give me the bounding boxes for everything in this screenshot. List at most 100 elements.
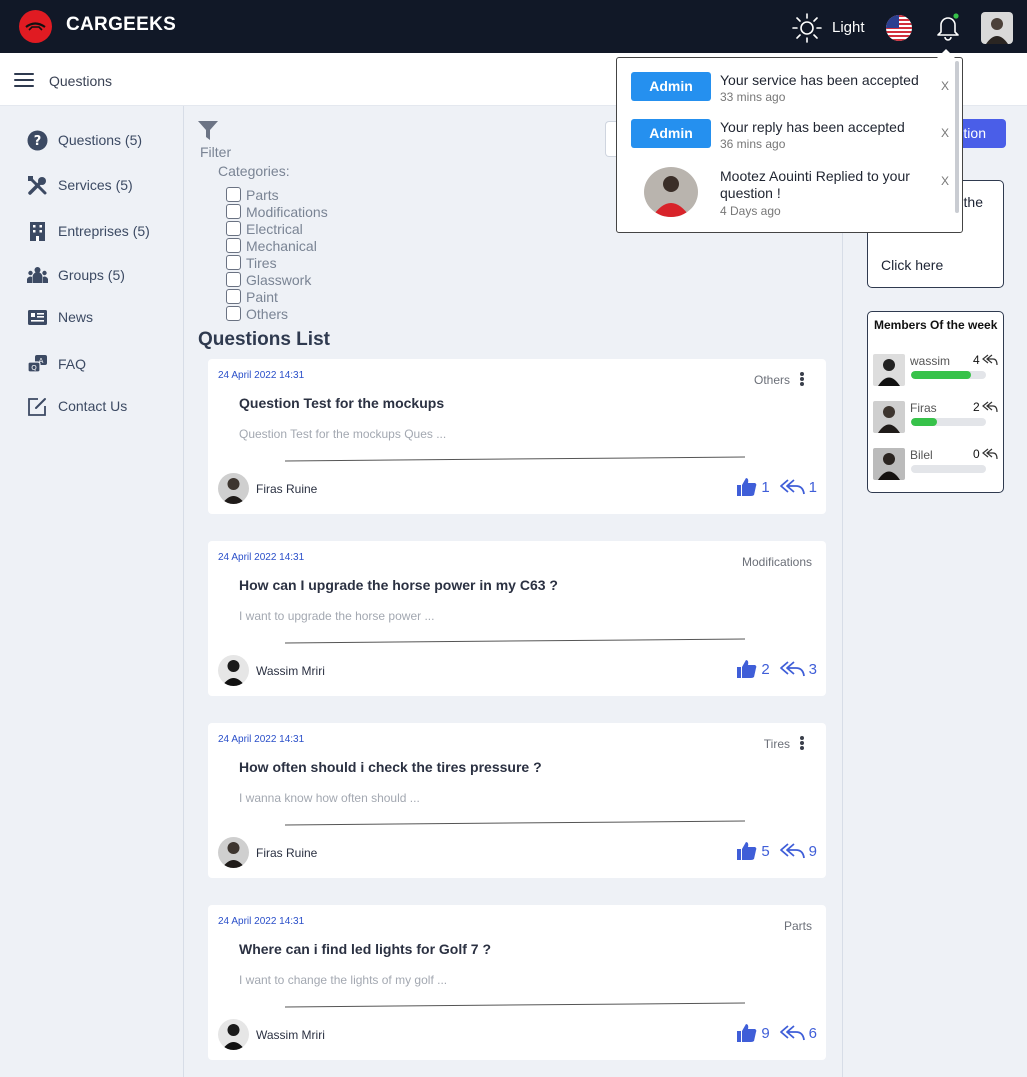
like-icon[interactable] — [736, 841, 757, 861]
member-row[interactable]: wassim 4 — [873, 353, 999, 386]
category-checkbox-modifications[interactable]: Modifications — [226, 203, 328, 220]
questions-list-title: Questions List — [198, 329, 330, 350]
question-title[interactable]: Question Test for the mockups — [239, 395, 444, 411]
filter-label[interactable]: Filter — [200, 144, 231, 160]
categories-title: Categories: — [218, 163, 290, 179]
member-row[interactable]: Bilel 0 — [873, 447, 999, 480]
question-title[interactable]: How can I upgrade the horse power in my … — [239, 577, 558, 593]
reply-icon[interactable] — [779, 478, 805, 496]
author-name[interactable]: Wassim Mriri — [256, 1028, 325, 1042]
sidebar-item-contact[interactable]: Contact Us — [27, 394, 127, 418]
reply-count: 9 — [808, 842, 817, 860]
member-name: wassim — [910, 354, 951, 368]
author-name[interactable]: Wassim Mriri — [256, 664, 325, 678]
author-avatar[interactable] — [218, 837, 249, 868]
user-avatar[interactable] — [981, 12, 1013, 44]
sun-icon[interactable] — [791, 12, 823, 44]
checkbox[interactable] — [226, 187, 241, 202]
author-name[interactable]: Firas Ruine — [256, 846, 317, 860]
checkbox[interactable] — [226, 272, 241, 287]
member-progress-bar — [911, 418, 986, 426]
close-button[interactable]: X — [941, 79, 949, 93]
author-name[interactable]: Firas Ruine — [256, 482, 317, 496]
checkbox[interactable] — [226, 289, 241, 304]
user-avatar[interactable] — [644, 167, 698, 217]
notification-time: 4 Days ago — [720, 204, 781, 218]
divider — [285, 456, 745, 462]
like-icon[interactable] — [736, 659, 757, 679]
category-checkbox-parts[interactable]: Parts — [226, 186, 279, 203]
reply-icon — [982, 354, 998, 366]
sidebar-item-news[interactable]: News — [27, 305, 93, 329]
theme-toggle-label[interactable]: Light — [832, 19, 865, 36]
brand-name[interactable]: CARGEEKS — [66, 14, 176, 36]
question-card[interactable]: 24 April 2022 14:31 Modifications How ca… — [208, 541, 826, 696]
member-points: 2 — [973, 400, 980, 414]
reply-count: 6 — [808, 1024, 817, 1042]
sidebar-item-label: Contact Us — [58, 398, 128, 414]
member-row[interactable]: Firas 2 — [873, 400, 999, 433]
category-checkbox-tires[interactable]: Tires — [226, 254, 277, 271]
category-checkbox-paint[interactable]: Paint — [226, 288, 278, 305]
question-card[interactable]: 24 April 2022 14:31 Parts Where can i fi… — [208, 905, 826, 1060]
sidebar-item-faq[interactable]: A Q FAQ — [27, 352, 86, 376]
checkbox[interactable] — [226, 306, 241, 321]
close-button[interactable]: X — [941, 126, 949, 140]
member-avatar[interactable] — [873, 448, 905, 480]
member-avatar[interactable] — [873, 354, 905, 386]
author-avatar[interactable] — [218, 473, 249, 504]
question-title[interactable]: How often should i check the tires press… — [239, 759, 542, 775]
checkbox[interactable] — [226, 238, 241, 253]
menu-icon[interactable] — [14, 73, 34, 87]
member-avatar[interactable] — [873, 401, 905, 433]
member-name: Firas — [910, 401, 937, 415]
more-options-icon[interactable] — [800, 736, 804, 750]
filter-icon[interactable] — [198, 121, 218, 141]
sidebar-item-questions[interactable]: ? Questions (5) — [27, 128, 142, 152]
checkbox[interactable] — [226, 221, 241, 236]
category-checkbox-electrical[interactable]: Electrical — [226, 220, 303, 237]
author-avatar[interactable] — [218, 1019, 249, 1050]
notification-text: Mootez Aouinti Replied to your question … — [720, 168, 910, 201]
edit-icon — [28, 397, 46, 416]
question-stats: 1 1 — [736, 477, 817, 497]
notification-text: Your service has been accepted — [720, 72, 919, 88]
like-icon[interactable] — [736, 1023, 757, 1043]
reply-icon — [982, 401, 998, 413]
scrollbar[interactable] — [955, 61, 959, 213]
sidebar-item-label: FAQ — [58, 356, 87, 372]
author-avatar[interactable] — [218, 655, 249, 686]
reply-icon[interactable] — [779, 660, 805, 678]
sidebar-item-entreprises[interactable]: Entreprises (5) — [27, 219, 150, 243]
dropdown-caret — [937, 49, 955, 58]
more-options-icon[interactable] — [800, 372, 804, 386]
bell-icon[interactable] — [934, 12, 962, 42]
category-checkbox-others[interactable]: Others — [226, 305, 288, 322]
question-excerpt: Question Test for the mockups Ques ... — [239, 427, 447, 441]
reply-icon[interactable] — [779, 1024, 805, 1042]
promo-link[interactable]: Click here — [881, 257, 943, 273]
question-category: Parts — [783, 919, 812, 933]
building-icon — [30, 221, 45, 241]
checkbox[interactable] — [226, 255, 241, 270]
admin-badge: Admin — [631, 72, 711, 101]
category-checkbox-glasswork[interactable]: Glasswork — [226, 271, 311, 288]
checkbox[interactable] — [226, 204, 241, 219]
category-checkbox-mechanical[interactable]: Mechanical — [226, 237, 317, 254]
logo-icon[interactable] — [19, 10, 52, 43]
like-icon[interactable] — [736, 477, 757, 497]
question-card[interactable]: 24 April 2022 14:31 Tires How often shou… — [208, 723, 826, 878]
sidebar-item-services[interactable]: Services (5) — [27, 173, 133, 197]
member-points: 0 — [973, 447, 980, 461]
category-label: Tires — [246, 254, 277, 271]
question-card[interactable]: 24 April 2022 14:31 Others Question Test… — [208, 359, 826, 514]
close-button[interactable]: X — [941, 174, 949, 188]
question-icon: ? — [27, 130, 48, 150]
sidebar-item-label: Services (5) — [58, 177, 133, 193]
reply-icon[interactable] — [779, 842, 805, 860]
divider — [285, 638, 745, 644]
sidebar-item-groups[interactable]: Groups (5) — [27, 263, 125, 287]
question-title[interactable]: Where can i find led lights for Golf 7 ? — [239, 941, 491, 957]
us-flag-icon[interactable] — [886, 15, 912, 41]
member-progress-fill — [911, 418, 938, 426]
